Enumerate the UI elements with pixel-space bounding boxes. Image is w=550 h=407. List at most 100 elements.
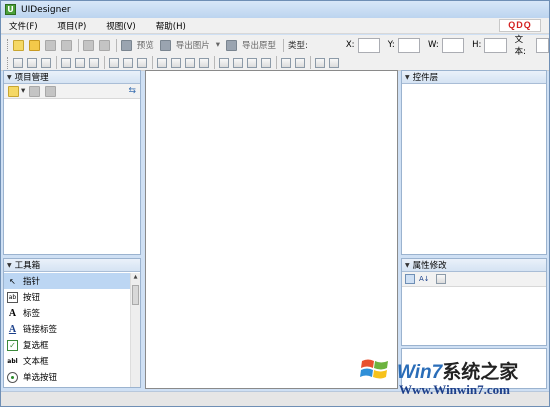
toolbox-item-label: 按钮 (23, 293, 41, 303)
vspace-decrease-icon[interactable] (247, 57, 257, 68)
toolbox-item-button[interactable]: ab 按钮 (4, 289, 130, 305)
export-image-button[interactable]: 导出图片 (176, 39, 210, 51)
menu-help[interactable]: 帮助(H) (156, 20, 186, 32)
same-width-icon[interactable] (109, 57, 119, 68)
project-panel-header[interactable]: ▼ 项目管理 (4, 71, 140, 84)
y-label: Y: (387, 40, 395, 50)
hspace-equal-icon[interactable] (157, 57, 167, 68)
align-toolbar (1, 55, 549, 71)
export-prototype-icon[interactable] (226, 39, 237, 51)
menu-project[interactable]: 项目(P) (58, 20, 87, 32)
property-pages-icon[interactable] (435, 274, 446, 284)
hspace-increase-icon[interactable] (171, 57, 181, 68)
toolbox-item-pointer[interactable]: ↖ 指针 (4, 273, 130, 289)
hspace-remove-icon[interactable] (199, 57, 209, 68)
send-back-icon[interactable] (329, 57, 339, 68)
menu-file[interactable]: 文件(F) (9, 20, 38, 32)
collapse-icon[interactable]: ▼ (405, 262, 410, 269)
new-project-icon[interactable] (8, 85, 19, 97)
preview-button[interactable]: 预览 (137, 39, 154, 51)
toolbox-list: ↖ 指针 ab 按钮 A 标签 A 链接标签 ✓ 复选框 abl 文本框 单选按… (4, 273, 130, 385)
layers-panel: ▼ 控件层 (401, 70, 547, 255)
align-bottom-icon[interactable] (89, 57, 99, 68)
toolbox-item-label: 指针 (23, 277, 41, 287)
toolbar-separator (115, 38, 117, 52)
text-label: 文本: (514, 35, 526, 57)
w-label: W: (428, 40, 439, 50)
project-toolbar: ▾ ⇆ (4, 84, 140, 99)
export-image-icon[interactable] (159, 39, 171, 51)
align-center-icon[interactable] (27, 57, 37, 68)
toolbox-item-link-label[interactable]: A 链接标签 (4, 321, 130, 337)
design-canvas[interactable] (145, 70, 398, 389)
new-file-icon[interactable] (12, 39, 24, 51)
app-icon: U (5, 4, 16, 15)
bring-front-icon[interactable] (315, 57, 325, 68)
w-input[interactable] (441, 37, 465, 53)
align-right-icon[interactable] (41, 57, 51, 68)
x-input[interactable] (357, 37, 380, 53)
align-middle-icon[interactable] (75, 57, 85, 68)
redo-icon[interactable] (98, 39, 110, 51)
collapse-icon[interactable]: ▼ (7, 262, 12, 269)
vspace-equal-icon[interactable] (219, 57, 229, 68)
toolbox-item-label-control[interactable]: A 标签 (4, 305, 130, 321)
same-size-icon[interactable] (137, 57, 147, 68)
y-input[interactable] (397, 37, 420, 53)
toolbox-scrollbar[interactable]: ▲ (130, 273, 140, 387)
toolbox-panel-header[interactable]: ▼ 工具箱 (4, 259, 140, 272)
type-label: 类型: (287, 41, 308, 51)
toolbox-item-textbox[interactable]: abl 文本框 (4, 353, 130, 369)
layers-panel-header[interactable]: ▼ 控件层 (402, 71, 546, 84)
title-bar[interactable]: U UIDesigner (1, 1, 549, 18)
watermark-chinese: 系统之家 (442, 362, 519, 383)
align-top-icon[interactable] (61, 57, 71, 68)
save-all-icon[interactable] (60, 39, 72, 51)
menu-bar: 文件(F) 项目(P) 视图(V) 帮助(H) QDQ (1, 18, 549, 34)
center-horizontal-icon[interactable] (281, 57, 291, 68)
toolbox-item-radio[interactable]: 单选按钮 (4, 369, 130, 385)
save-icon[interactable] (44, 39, 56, 51)
collapse-icon[interactable]: ▼ (405, 74, 410, 81)
open-folder-icon[interactable] (28, 39, 40, 51)
toolbox-item-checkbox[interactable]: ✓ 复选框 (4, 337, 130, 353)
dropdown-arrow-icon[interactable]: ▾ (21, 86, 25, 96)
h-label: H: (472, 40, 482, 50)
toolbar-separator (56, 56, 57, 69)
delete-icon[interactable] (45, 85, 57, 97)
export-prototype-button[interactable]: 导出原型 (242, 39, 276, 51)
toolbar-grip[interactable] (7, 56, 10, 69)
scroll-up-icon[interactable]: ▲ (131, 273, 140, 282)
categorized-icon[interactable] (405, 274, 415, 284)
collapse-icon[interactable]: ▼ (7, 74, 12, 81)
sort-alpha-icon[interactable]: A↓ (419, 275, 430, 283)
dropdown-arrow-icon[interactable]: ▾ (216, 40, 220, 50)
window-title: UIDesigner (21, 4, 71, 15)
undo-icon[interactable] (82, 39, 94, 51)
same-height-icon[interactable] (123, 57, 133, 68)
toolbar-separator (214, 56, 215, 69)
center-vertical-icon[interactable] (295, 57, 305, 68)
import-icon[interactable] (29, 85, 41, 97)
watermark-win7: Win7 (397, 362, 443, 383)
windows-logo-icon (360, 359, 388, 379)
properties-toolbar: A↓ (402, 272, 546, 287)
sync-icon[interactable]: ⇆ (128, 86, 136, 96)
vspace-remove-icon[interactable] (261, 57, 271, 68)
hspace-decrease-icon[interactable] (185, 57, 195, 68)
scrollbar-thumb[interactable] (132, 285, 139, 305)
toolbar-separator (104, 56, 105, 69)
preview-icon[interactable] (120, 39, 132, 51)
toolbar-separator (283, 38, 284, 52)
vspace-increase-icon[interactable] (233, 57, 243, 68)
h-input[interactable] (484, 37, 507, 53)
watermark: Win7系统之家 Www.Winwin7.com (359, 351, 549, 401)
text-input[interactable] (535, 37, 549, 53)
menu-view[interactable]: 视图(V) (106, 20, 135, 32)
properties-panel-header[interactable]: ▼ 属性修改 (402, 259, 546, 272)
toolbar-grip[interactable] (7, 39, 10, 51)
checkbox-icon: ✓ (7, 339, 18, 351)
toolbar-separator (152, 56, 153, 69)
align-left-icon[interactable] (13, 57, 23, 68)
watermark-brand: Win7系统之家 (397, 357, 518, 384)
